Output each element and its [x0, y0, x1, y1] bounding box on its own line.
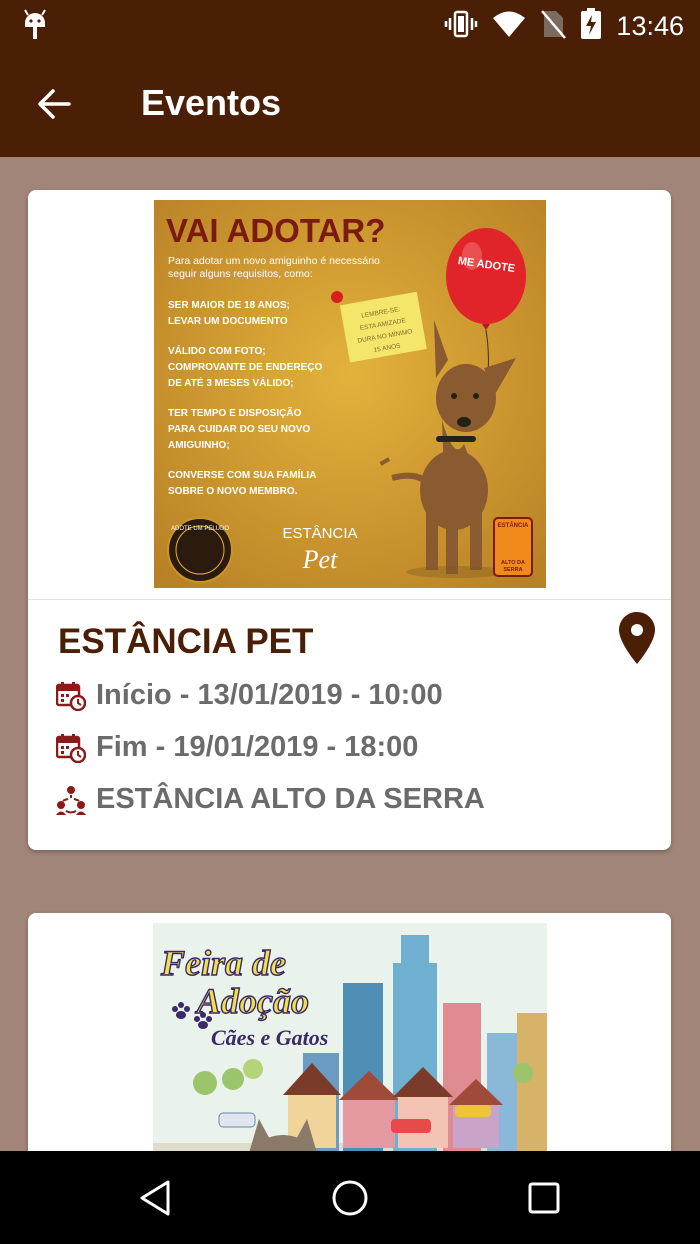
nav-recents-button[interactable]: [519, 1173, 569, 1223]
app-bar: Eventos: [0, 50, 700, 157]
arrow-back-icon: [38, 89, 71, 119]
back-button[interactable]: [30, 80, 78, 128]
home-circle-icon: [332, 1180, 368, 1216]
event-poster-image: Feira de Adoção Cães e Gatos: [153, 923, 547, 1151]
event-start: Início - 13/01/2019 - 10:00: [96, 679, 443, 711]
svg-text:Pet: Pet: [302, 545, 338, 574]
android-icon: [22, 9, 48, 41]
svg-text:CONVERSE COM SUA FAMÍLIA: CONVERSE COM SUA FAMÍLIA: [168, 468, 317, 481]
status-time: 13:46: [616, 11, 684, 41]
svg-text:DE ATÉ 3 MESES VÁLIDO;: DE ATÉ 3 MESES VÁLIDO;: [168, 376, 294, 389]
divider: [28, 599, 671, 600]
svg-text:ALTO DA: ALTO DA: [501, 560, 525, 566]
page-title: Eventos: [141, 82, 282, 123]
navigation-bar: [0, 1151, 700, 1244]
svg-text:LEVAR UM DOCUMENTO: LEVAR UM DOCUMENTO: [168, 316, 288, 327]
svg-text:ESTÂNCIA: ESTÂNCIA: [282, 525, 357, 542]
events-list[interactable]: VAI ADOTAR? Para adotar um novo amiguinh…: [0, 157, 700, 1151]
recents-square-icon: [528, 1182, 560, 1214]
map-pin-icon[interactable]: [619, 612, 655, 664]
people-network-icon: [56, 785, 86, 815]
svg-text:COMPROVANTE DE ENDEREÇO: COMPROVANTE DE ENDEREÇO: [168, 362, 322, 373]
nav-back-button[interactable]: [130, 1173, 180, 1223]
event-card[interactable]: Feira de Adoção Cães e Gatos: [28, 913, 671, 1151]
svg-text:ESTÂNCIA: ESTÂNCIA: [498, 522, 529, 529]
calendar-clock-icon: [56, 733, 86, 763]
event-start-row: Início - 13/01/2019 - 10:00: [56, 679, 443, 712]
svg-text:TER TEMPO E DISPOSIÇÃO: TER TEMPO E DISPOSIÇÃO: [168, 406, 302, 419]
event-end-row: Fim - 19/01/2019 - 18:00: [56, 731, 418, 764]
svg-text:SER MAIOR DE 18 ANOS;: SER MAIOR DE 18 ANOS;: [168, 300, 290, 311]
svg-text:AMIGUINHO;: AMIGUINHO;: [168, 440, 230, 451]
svg-text:Feira de: Feira de: [160, 943, 286, 983]
event-location-row: ESTÂNCIA ALTO DA SERRA: [56, 783, 485, 816]
poster-headline: VAI ADOTAR?: [166, 212, 385, 249]
battery-charging-icon: [580, 8, 602, 45]
svg-text:Adoção: Adoção: [195, 981, 309, 1021]
event-end: Fim - 19/01/2019 - 18:00: [96, 731, 419, 763]
svg-text:SOBRE O NOVO MEMBRO.: SOBRE O NOVO MEMBRO.: [168, 486, 298, 497]
svg-text:ADOTE UM PELUDO: ADOTE UM PELUDO: [171, 526, 229, 532]
event-location: ESTÂNCIA ALTO DA SERRA: [96, 783, 485, 815]
event-title: ESTÂNCIA PET: [58, 622, 314, 661]
nav-home-button[interactable]: [325, 1173, 375, 1223]
back-triangle-icon: [140, 1180, 170, 1216]
event-card[interactable]: VAI ADOTAR? Para adotar um novo amiguinh…: [28, 190, 671, 850]
no-sim-icon: [540, 9, 567, 44]
event-poster-image: VAI ADOTAR? Para adotar um novo amiguinh…: [154, 200, 546, 588]
svg-text:SERRA: SERRA: [503, 567, 522, 573]
svg-text:VÁLIDO COM FOTO;: VÁLIDO COM FOTO;: [168, 344, 266, 357]
vibrate-icon: [444, 10, 478, 43]
status-bar: 13:46: [0, 0, 700, 50]
calendar-clock-icon: [56, 681, 86, 711]
wifi-icon: [492, 10, 526, 43]
svg-text:PARA CUIDAR DO SEU NOVO: PARA CUIDAR DO SEU NOVO: [168, 424, 310, 435]
svg-text:Cães e Gatos: Cães e Gatos: [211, 1025, 328, 1050]
